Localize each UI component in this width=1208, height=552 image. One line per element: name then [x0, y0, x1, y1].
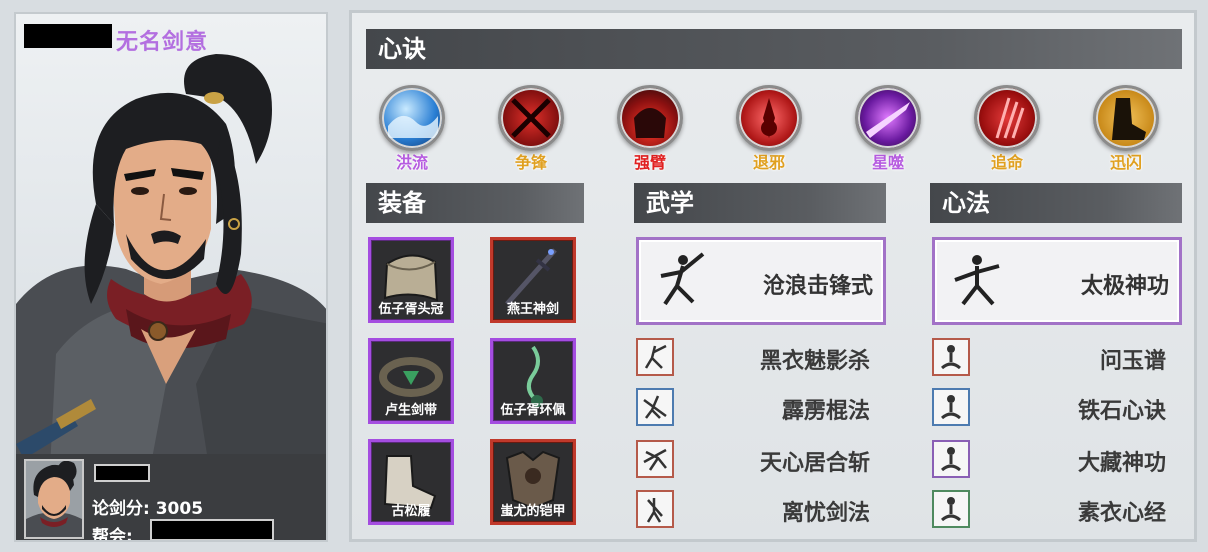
skill-label: 星噬	[871, 153, 904, 172]
equipment-header: 装备	[366, 183, 584, 223]
skill-label: 强臂	[633, 153, 666, 172]
equip-slot-sword[interactable]: 燕王神剑	[490, 237, 576, 323]
skill-label: 洪流	[395, 153, 428, 172]
xinfa-item-name: 问玉谱	[1099, 349, 1166, 374]
wuxue-item-name: 天心居合斩	[759, 451, 870, 476]
wuxue-item[interactable]: 霹雳棍法	[636, 388, 870, 426]
meditation-icon	[932, 388, 970, 426]
xinfa-main-name: 太极神功	[1080, 274, 1169, 299]
xinfa-item[interactable]: 素衣心经	[932, 490, 1166, 528]
xinfa-item-name: 素衣心经	[1077, 501, 1166, 526]
martial-figure-icon	[636, 440, 674, 478]
equip-slot-pendant[interactable]: 伍子胥环佩	[490, 338, 576, 424]
equip-slot-armor[interactable]: 蚩尤的铠甲	[490, 439, 576, 525]
xinfa-item[interactable]: 问玉谱	[932, 338, 1166, 376]
martial-figure-icon	[636, 338, 674, 376]
redacted-guild-name	[150, 519, 274, 540]
xinfa-item-name: 铁石心诀	[1077, 399, 1166, 424]
wuxue-item[interactable]: 天心居合斩	[636, 440, 870, 478]
boot-icon	[1093, 85, 1159, 151]
meditation-icon	[932, 490, 970, 528]
crossed-blades-icon	[498, 85, 564, 151]
taichi-stance-icon	[954, 255, 1000, 306]
redacted-player-name	[94, 464, 150, 482]
skill-label: 退邪	[752, 153, 785, 172]
martial-stance-icon	[660, 252, 705, 306]
skill-tuixie[interactable]: 退邪	[732, 85, 806, 173]
xinfa-main-slot[interactable]: 太极神功	[932, 237, 1182, 325]
equip-name: 古松履	[391, 504, 431, 519]
wuxue-item[interactable]: 黑衣魅影杀	[636, 338, 870, 376]
equip-name: 燕王神剑	[506, 302, 559, 317]
skill-qiangbi[interactable]: 强臂	[613, 85, 687, 173]
skill-xunshan[interactable]: 迅闪	[1089, 85, 1163, 173]
character-info-box: 论剑分: 3005 帮会:	[16, 454, 326, 542]
skill-label: 追命	[990, 153, 1023, 172]
red-temple-icon	[736, 85, 802, 151]
wuxue-main-name: 沧浪击锋式	[762, 274, 873, 299]
martial-figure-icon	[636, 490, 674, 528]
wuxue-header: 武学	[634, 183, 886, 223]
wuxue-item-name: 离忧剑法	[781, 501, 870, 526]
character-panel: 无名剑意 论剑分: 3005 帮会:	[14, 12, 328, 542]
meditation-icon	[932, 440, 970, 478]
xinfa-item[interactable]: 铁石心诀	[932, 388, 1166, 426]
skill-label: 争锋	[514, 153, 547, 172]
guild-label: 帮会:	[92, 527, 133, 542]
wuxue-item[interactable]: 离忧剑法	[636, 490, 870, 528]
xinfa-header: 心法	[930, 183, 1182, 223]
equip-slot-shoes[interactable]: 古松履	[368, 439, 454, 525]
wuxue-main-slot[interactable]: 沧浪击锋式	[636, 237, 886, 325]
equip-name: 伍子胥头冠	[378, 302, 444, 317]
detail-panel: 心诀 洪流 争锋 强臂 退邪 星噬 追命 迅闪 装备 武学 心法 伍子胥头冠 燕…	[349, 10, 1197, 542]
martial-figure-icon	[636, 388, 674, 426]
skill-zhuiming[interactable]: 追命	[970, 85, 1044, 173]
character-name: 无名剑意	[116, 30, 209, 55]
wuxue-item-name: 黑衣魅影杀	[759, 349, 870, 374]
xinfa-item[interactable]: 大藏神功	[932, 440, 1166, 478]
equip-name: 卢生剑带	[384, 403, 437, 418]
avatar[interactable]	[24, 459, 84, 539]
skill-label: 迅闪	[1109, 153, 1142, 172]
equip-slot-helmet[interactable]: 伍子胥头冠	[368, 237, 454, 323]
wuxue-item-name: 霹雳棍法	[781, 399, 870, 424]
skill-xingshi[interactable]: 星噬	[851, 85, 925, 173]
purple-slash-icon	[855, 85, 921, 151]
red-claw-icon	[974, 85, 1040, 151]
demon-arm-icon	[617, 85, 683, 151]
score-text: 论剑分: 3005	[92, 499, 204, 519]
meditation-icon	[932, 338, 970, 376]
equip-name: 蚩尤的铠甲	[500, 504, 566, 519]
redacted-title	[24, 24, 112, 48]
water-wave-icon	[379, 85, 445, 151]
skill-zhengfeng[interactable]: 争锋	[494, 85, 568, 173]
skill-hongliu[interactable]: 洪流	[375, 85, 449, 173]
xinjue-header: 心诀	[366, 29, 1182, 69]
equip-slot-belt[interactable]: 卢生剑带	[368, 338, 454, 424]
xinfa-item-name: 大藏神功	[1077, 451, 1166, 476]
equip-name: 伍子胥环佩	[500, 403, 566, 418]
